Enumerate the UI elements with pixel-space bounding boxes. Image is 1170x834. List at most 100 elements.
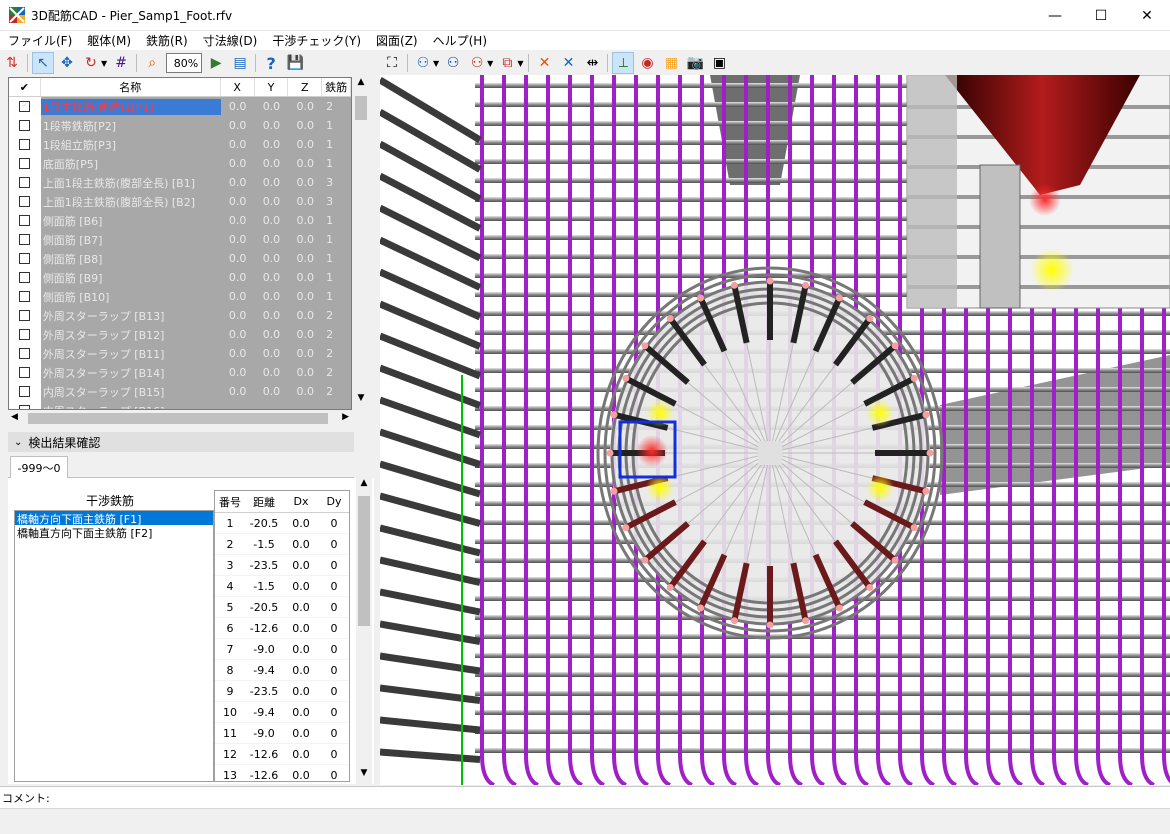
close-button[interactable]: ✕ [1124, 0, 1170, 31]
scroll-thumb[interactable] [355, 96, 367, 120]
row-checkbox[interactable]: ✔ [19, 101, 31, 112]
col-number[interactable]: 番号 [215, 491, 245, 512]
3d-scene[interactable] [380, 75, 1170, 785]
header-name[interactable]: 名称 [41, 78, 221, 96]
menu-interference[interactable]: 干渉チェック(Y) [264, 32, 368, 49]
row-checkbox[interactable] [19, 158, 31, 169]
rotate-icon[interactable]: ↻ [80, 52, 102, 74]
menu-drawing[interactable]: 図面(Z) [368, 32, 425, 49]
table-row[interactable]: 5 -20.5 0.0 0 [215, 597, 349, 618]
menu-structure[interactable]: 躯体(M) [79, 32, 138, 49]
3d-viewport[interactable] [380, 75, 1170, 785]
help-icon[interactable]: ? [260, 52, 282, 74]
list-horizontal-scrollbar[interactable]: ◀ ▶ [8, 410, 352, 427]
interference-item[interactable]: 橋軸直方向下面主鉄筋 [F2] [15, 525, 213, 540]
row-checkbox[interactable] [19, 272, 31, 283]
menu-rebar[interactable]: 鉄筋(R) [138, 32, 195, 49]
col-distance[interactable]: 距離 [245, 491, 283, 512]
row-checkbox[interactable] [19, 215, 31, 226]
screenshot-icon[interactable]: ▣ [708, 52, 730, 74]
menu-dimension[interactable]: 寸法線(D) [195, 32, 265, 49]
minimize-button[interactable]: — [1032, 0, 1078, 31]
list-item[interactable]: 外周スターラップ [B14] 0.0 0.0 0.0 2 [9, 363, 351, 382]
row-checkbox[interactable] [19, 120, 31, 131]
table-row[interactable]: 1 -20.5 0.0 0 [215, 513, 349, 534]
row-checkbox[interactable] [19, 348, 31, 359]
list-item[interactable]: 外周スターラップ [B13] 0.0 0.0 0.0 2 [9, 306, 351, 325]
list-vertical-scrollbar[interactable]: ▲ ▼ [352, 77, 370, 410]
header-z[interactable]: Z [288, 78, 323, 96]
list-item[interactable]: 側面筋 [B7] 0.0 0.0 0.0 1 [9, 230, 351, 249]
list-item[interactable]: 底面筋[P5] 0.0 0.0 0.0 1 [9, 154, 351, 173]
row-checkbox[interactable] [19, 234, 31, 245]
list-item[interactable]: 外周スターラップ [B12] 0.0 0.0 0.0 2 [9, 325, 351, 344]
table-row[interactable]: 11 -9.0 0.0 0 [215, 723, 349, 744]
list-item[interactable]: 内周スターラップ [B15] 0.0 0.0 0.0 2 [9, 382, 351, 401]
list-item[interactable]: ✔ 1段主鉄筋(連続)1[P1] 0.0 0.0 0.0 2 [9, 97, 351, 116]
color-palette-icon[interactable]: ▦ [660, 52, 682, 74]
header-x[interactable]: X [221, 78, 255, 96]
list-item[interactable]: 側面筋 [B10] 0.0 0.0 0.0 1 [9, 287, 351, 306]
maximize-button[interactable]: ☐ [1078, 0, 1124, 31]
list-item[interactable]: 内周スターラップ [B16] [9, 401, 351, 409]
table-row[interactable]: 10 -9.4 0.0 0 [215, 702, 349, 723]
header-g[interactable]: 鉄筋 [322, 78, 351, 96]
fit-view-icon[interactable]: ⛶ [381, 52, 403, 74]
move-icon[interactable]: ✥ [56, 52, 78, 74]
play-icon[interactable]: ▶ [205, 52, 227, 74]
table-row[interactable]: 8 -9.4 0.0 0 [215, 660, 349, 681]
dimension-icon[interactable]: ⇹ [581, 52, 603, 74]
col-dy[interactable]: Dy [319, 491, 349, 512]
header-check[interactable]: ✔ [9, 78, 41, 96]
interference-item[interactable]: 橋軸方向下面主鉄筋 [F1] [15, 511, 213, 526]
hscroll-thumb[interactable] [28, 413, 328, 424]
list-item[interactable]: 上面1段主鉄筋(腹部全長) [B2] 0.0 0.0 0.0 3 [9, 192, 351, 211]
save-icon[interactable]: 💾 [284, 52, 306, 74]
zoom-level-field[interactable]: 80% [166, 53, 203, 73]
binoculars-blue-icon[interactable]: ⚇ [442, 52, 464, 74]
zoom-fit-icon[interactable]: ⌕ [141, 52, 163, 74]
binoculars-red-icon[interactable]: ⚇ [466, 52, 488, 74]
col-dx[interactable]: Dx [283, 491, 319, 512]
tab-range[interactable]: -999〜0 [10, 456, 68, 478]
row-checkbox[interactable] [19, 253, 31, 264]
row-checkbox[interactable] [19, 196, 31, 207]
camera-icon[interactable]: 📷 [684, 52, 706, 74]
detection-section-header[interactable]: ⌄ 検出結果確認 [8, 432, 354, 452]
row-checkbox[interactable] [19, 310, 31, 321]
table-row[interactable]: 12 -12.6 0.0 0 [215, 744, 349, 765]
export-icon[interactable]: ▤ [229, 52, 251, 74]
list-item[interactable]: 側面筋 [B9] 0.0 0.0 0.0 1 [9, 268, 351, 287]
table-row[interactable]: 13 -12.6 0.0 0 [215, 765, 349, 782]
intersect-icon[interactable]: ✕ [533, 52, 555, 74]
table-row[interactable]: 9 -23.5 0.0 0 [215, 681, 349, 702]
dropdown-arrow-icon[interactable]: ▼ [517, 59, 523, 68]
layer-icon[interactable]: ⧉ [496, 52, 518, 74]
dropdown-arrow-icon[interactable]: ▼ [101, 59, 107, 68]
binoculars-icon[interactable]: ⚇ [412, 52, 434, 74]
table-row[interactable]: 2 -1.5 0.0 0 [215, 534, 349, 555]
table-row[interactable]: 4 -1.5 0.0 0 [215, 576, 349, 597]
row-checkbox[interactable] [19, 367, 31, 378]
row-checkbox[interactable] [19, 386, 31, 397]
row-checkbox[interactable] [19, 329, 31, 340]
scroll-thumb[interactable] [358, 496, 370, 626]
grid-icon[interactable]: # [110, 52, 132, 74]
list-item[interactable]: 1段組立筋[P3] 0.0 0.0 0.0 1 [9, 135, 351, 154]
list-item[interactable]: 側面筋 [B6] 0.0 0.0 0.0 1 [9, 211, 351, 230]
table-row[interactable]: 6 -12.6 0.0 0 [215, 618, 349, 639]
result-vertical-scrollbar[interactable]: ▲ ▼ [356, 478, 372, 784]
dropdown-arrow-icon[interactable]: ▼ [487, 59, 493, 68]
list-item[interactable]: 側面筋 [B8] 0.0 0.0 0.0 1 [9, 249, 351, 268]
row-checkbox[interactable] [19, 291, 31, 302]
row-checkbox[interactable] [19, 139, 31, 150]
menu-help[interactable]: ヘルプ(H) [425, 32, 494, 49]
target-icon[interactable]: ◉ [636, 52, 658, 74]
row-checkbox[interactable] [19, 177, 31, 188]
sort-icon[interactable]: ⇅ [1, 52, 23, 74]
list-item[interactable]: 1段帯鉄筋[P2] 0.0 0.0 0.0 1 [9, 116, 351, 135]
axis-icon[interactable]: ⟂ [612, 52, 635, 74]
table-row[interactable]: 7 -9.0 0.0 0 [215, 639, 349, 660]
select-arrow-icon[interactable]: ↖ [32, 52, 54, 74]
list-item[interactable]: 上面1段主鉄筋(腹部全長) [B1] 0.0 0.0 0.0 3 [9, 173, 351, 192]
